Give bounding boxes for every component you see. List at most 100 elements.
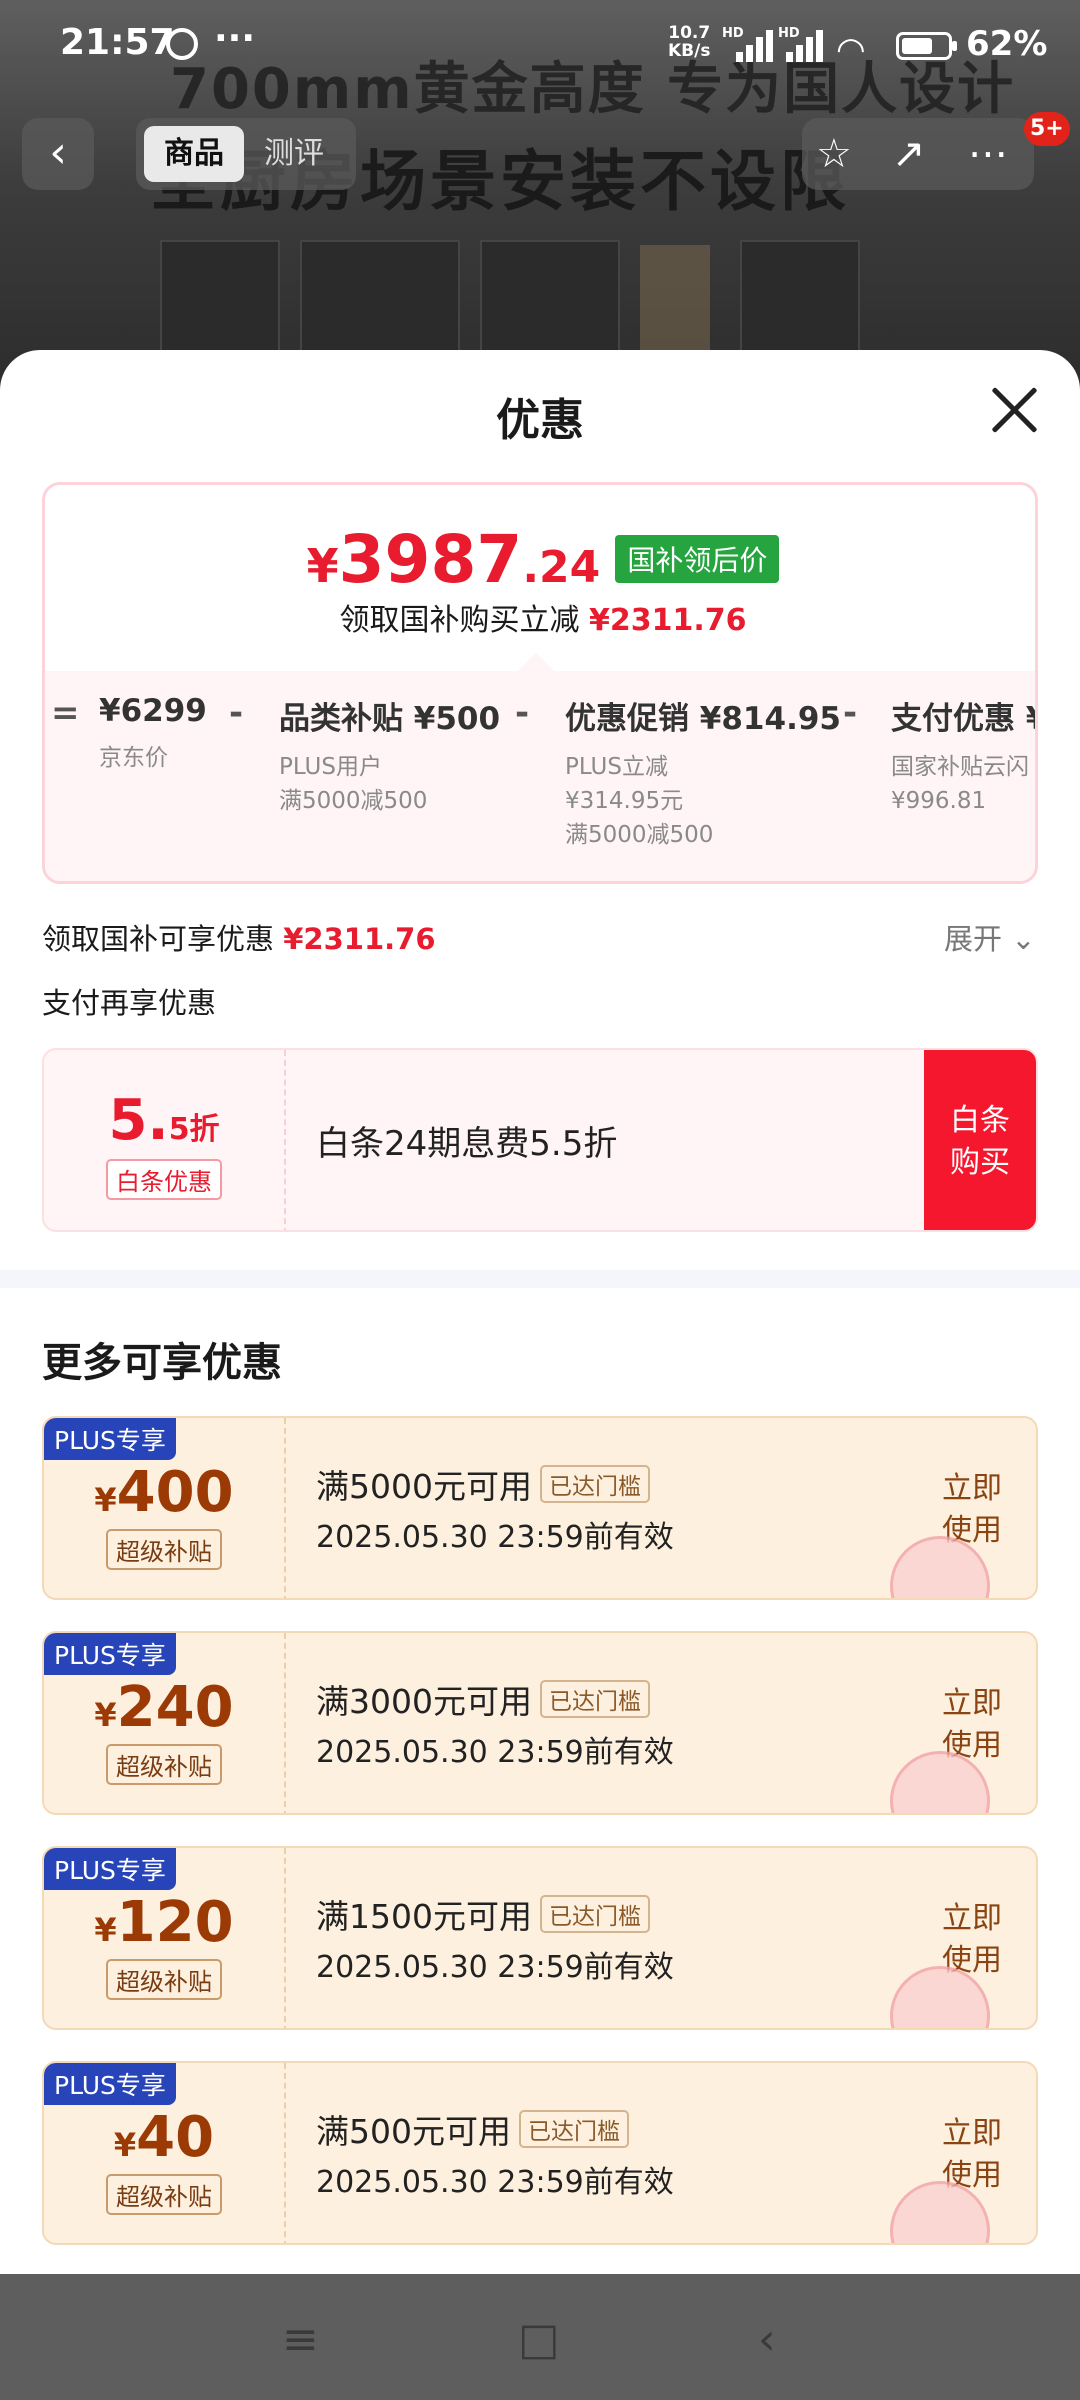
gov-subsidy-amount: ¥2311.76 — [283, 922, 436, 956]
signal-icon — [786, 26, 832, 62]
product-nav-bar: ‹ 商品 测评 ☆ ↗ ⋯ 5+ — [0, 112, 1080, 194]
calc-item-promotion: 优惠促销 ¥814.95 PLUS立减 ¥314.95元 满5000减500 — [565, 693, 841, 852]
expand-button[interactable]: 展开 ⌄ — [944, 916, 1036, 958]
coupon-type-label: 超级补贴 — [106, 1959, 222, 2000]
status-bar: 21:57 ··· 10.7 KB/s HD HD ◠ 62% — [0, 0, 1080, 92]
coupon-expiry: 2025.05.30 23:59前有效 — [316, 1950, 674, 1985]
calc-item-note-line: 满5000减500 — [279, 788, 428, 814]
coupon-condition: 满500元可用 已达门槛 — [316, 2105, 629, 2153]
baitiao-discount-unit: 5折 — [168, 1112, 220, 1147]
section-label: 支付再享优惠 — [42, 986, 217, 1020]
baitiao-discount-number: 5. — [108, 1088, 169, 1153]
baitiao-discount: 5.5折 — [44, 1088, 284, 1153]
threshold-met-badge: 已达门槛 — [539, 1680, 650, 1718]
alarm-clock-icon — [166, 28, 198, 60]
minus-sign: - — [229, 693, 244, 733]
coupon-condition: 满3000元可用 已达门槛 — [316, 1675, 650, 1723]
close-icon[interactable] — [990, 384, 1040, 434]
network-speed-unit: KB/s — [668, 41, 711, 61]
coupon-expiry: 2025.05.30 23:59前有效 — [316, 1735, 674, 1770]
system-nav-bar: ≡ □ ‹ — [0, 2274, 1080, 2400]
calc-item-payment-discount: 支付优惠 ¥ 国家补贴云闪 ¥996.81 — [891, 693, 1038, 818]
calc-item-note: PLUS立减 ¥314.95元 满5000减500 — [565, 750, 841, 852]
message-count-badge: 5+ — [1024, 112, 1070, 146]
calc-item-jd-price: ¥6299 京东价 — [99, 693, 207, 775]
coupon-amount: ¥400 — [44, 1460, 284, 1525]
price-calculation[interactable]: = ¥6299 京东价 - 品类补贴 ¥500 PLUS用户 满5000减500… — [45, 652, 1038, 881]
baitiao-buy-line: 白条 — [950, 1103, 1010, 1138]
calc-item-note-line: ¥996.81 — [891, 788, 987, 814]
network-speed: 10.7 KB/s — [668, 24, 710, 60]
coupon-condition-text: 满5000元可用 — [316, 1467, 532, 1506]
coupon-value: 240 — [116, 1675, 234, 1740]
calc-item-category-subsidy: 品类补贴 ¥500 PLUS用户 满5000减500 — [279, 693, 500, 818]
final-price-currency: ¥ — [306, 539, 339, 593]
tab-review[interactable]: 测评 — [264, 126, 324, 182]
action-group: ☆ ↗ ⋯ — [802, 118, 1034, 190]
expand-label: 展开 — [944, 922, 1003, 956]
calc-item-title: 支付优惠 ¥ — [891, 701, 1038, 737]
calc-item-note-line: PLUS用户 — [279, 754, 382, 780]
final-price-integer: 3987 — [338, 521, 523, 598]
plus-exclusive-badge: PLUS专享 — [44, 1418, 176, 1460]
coupon-amount: ¥240 — [44, 1675, 284, 1740]
discount-sheet: 优惠 ¥3987.24 国补领后价 领取国补购买立减 ¥2311.76 = ¥6… — [0, 350, 1080, 2270]
chevron-left-icon: ‹ — [49, 127, 67, 178]
calc-item-title: ¥6299 — [99, 693, 207, 729]
threshold-met-badge: 已达门槛 — [539, 1895, 650, 1933]
use-now-line: 立即 — [942, 1471, 1002, 1506]
baitiao-buy-line: 购买 — [950, 1145, 1010, 1180]
battery-percent: 62% — [966, 24, 1048, 64]
coupon-currency: ¥ — [94, 1911, 117, 1949]
gov-subsidy-label: 领取国补可享优惠 — [42, 922, 275, 956]
tab-goods[interactable]: 商品 — [144, 126, 244, 182]
share-icon[interactable]: ↗ — [892, 124, 926, 184]
coupon-condition-text: 满500元可用 — [316, 2112, 511, 2151]
threshold-met-badge: 已达门槛 — [519, 2110, 629, 2148]
minus-sign: - — [515, 693, 530, 733]
calc-item-title: 优惠促销 ¥814.95 — [565, 701, 841, 737]
coupon-amount: ¥120 — [44, 1890, 284, 1955]
page-tabs: 商品 测评 — [136, 118, 356, 190]
baitiao-buy-button[interactable]: 白条 购买 — [924, 1050, 1036, 1230]
coupon-type-label: 超级补贴 — [106, 1744, 222, 1785]
savings-label: 领取国补购买立减 — [339, 603, 580, 638]
home-icon[interactable]: □ — [518, 2314, 560, 2365]
coupon-condition-text: 满1500元可用 — [316, 1897, 532, 1936]
coupon-condition: 满1500元可用 已达门槛 — [316, 1890, 650, 1938]
minus-sign: - — [843, 693, 858, 733]
star-icon[interactable]: ☆ — [816, 124, 852, 184]
baitiao-discount-block: 5.5折 白条优惠 — [44, 1050, 286, 1230]
coupon-card: ¥40 超级补贴 PLUS专享 满500元可用 已达门槛 2025.05.30 2… — [42, 2061, 1038, 2245]
coupon-type-label: 超级补贴 — [106, 2174, 222, 2215]
price-breakdown-card: ¥3987.24 国补领后价 领取国补购买立减 ¥2311.76 = ¥6299… — [42, 482, 1038, 884]
coupon-condition-text: 满3000元可用 — [316, 1682, 532, 1721]
wifi-icon: ◠ — [836, 30, 866, 70]
more-icon[interactable]: ⋯ — [968, 124, 1008, 184]
calc-item-title: 品类补贴 ¥500 — [279, 701, 501, 737]
chevron-down-icon: ⌄ — [1011, 922, 1036, 956]
network-speed-value: 10.7 — [668, 23, 711, 43]
sheet-title: 优惠 — [496, 395, 584, 446]
price-type-tag: 国补领后价 — [615, 535, 780, 583]
signal-icon — [730, 26, 776, 62]
coupon-value: 120 — [116, 1890, 234, 1955]
status-time: 21:57 — [60, 22, 175, 63]
coupon-expiry: 2025.05.30 23:59前有效 — [316, 1520, 674, 1555]
final-price-decimal: .24 — [522, 542, 601, 593]
coupon-currency: ¥ — [94, 1696, 117, 1734]
calc-item-note-line: PLUS立减 — [565, 754, 668, 780]
use-now-line: 立即 — [942, 1901, 1002, 1936]
back-nav-icon[interactable]: ‹ — [758, 2314, 776, 2365]
calc-item-note: 京东价 — [99, 745, 168, 771]
section-divider — [0, 1270, 1080, 1288]
baitiao-offer-card[interactable]: 5.5折 白条优惠 白条24期息费5.5折 白条 购买 — [42, 1048, 1038, 1232]
back-button[interactable]: ‹ — [22, 118, 94, 190]
plus-exclusive-badge: PLUS专享 — [44, 1633, 176, 1675]
use-now-line: 立即 — [942, 2116, 1002, 2151]
use-now-line: 立即 — [942, 1686, 1002, 1721]
pointer-caret — [517, 652, 555, 690]
plus-exclusive-badge: PLUS专享 — [44, 2063, 176, 2105]
calc-item-note-line: 满5000减500 — [565, 822, 714, 848]
menu-icon[interactable]: ≡ — [282, 2314, 319, 2365]
